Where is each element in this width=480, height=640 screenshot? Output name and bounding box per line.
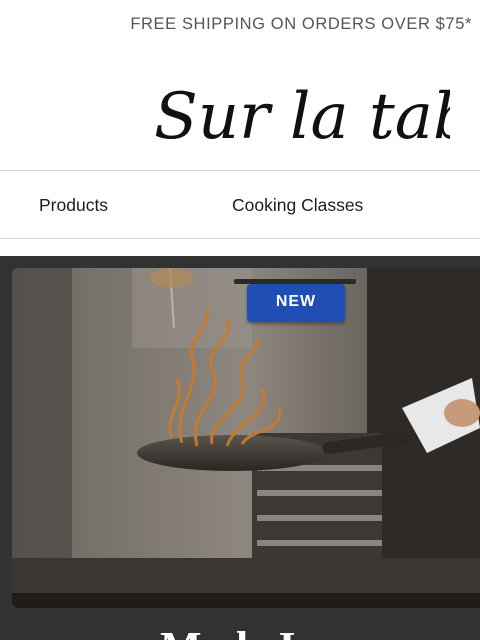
pasta-pan-image xyxy=(12,268,480,608)
hero-title: Made In xyxy=(0,626,480,640)
promo-bar: FREE SHIPPING ON ORDERS OVER $75* xyxy=(0,0,480,48)
new-badge: NEW xyxy=(247,284,345,322)
promo-text[interactable]: FREE SHIPPING ON ORDERS OVER $75* xyxy=(130,15,472,34)
nav-products[interactable]: Products xyxy=(39,195,108,216)
nav-cooking-classes[interactable]: Cooking Classes xyxy=(232,195,363,216)
hero-image[interactable] xyxy=(12,268,480,608)
logo-text: Sur la table xyxy=(154,80,450,154)
main-nav: Products Cooking Classes xyxy=(0,170,480,239)
header: Sur la table xyxy=(0,48,480,170)
badge-text: NEW xyxy=(275,293,317,310)
brand-logo[interactable]: Sur la table xyxy=(150,58,450,158)
hero-banner[interactable]: NEW Made In xyxy=(0,256,480,640)
